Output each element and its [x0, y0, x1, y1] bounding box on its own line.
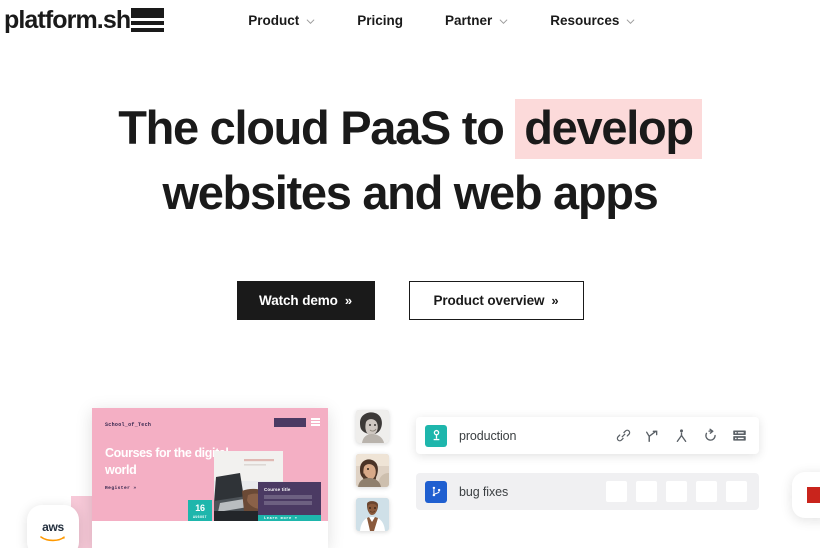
mockup-card-placeholder-line: [264, 495, 312, 499]
partner-logo-mark: [807, 487, 820, 503]
headline-line-2: websites and web apps: [162, 165, 658, 219]
aws-smile-icon: [40, 535, 65, 541]
placeholder-chip: [636, 481, 657, 502]
double-chevron-right-icon: »: [344, 292, 352, 308]
server-icon[interactable]: [732, 428, 747, 443]
nav-item-resources[interactable]: Resources: [550, 13, 635, 28]
product-overview-label: Product overview: [433, 293, 545, 308]
top-navbar: platform.sh Product Pricing Partner Reso…: [0, 0, 820, 40]
environment-pin-icon: [425, 424, 447, 447]
environment-label: production: [459, 428, 517, 443]
environment-action-icons: [616, 428, 747, 443]
mockup-date-month: AUGUST: [193, 514, 207, 519]
product-overview-button[interactable]: Product overview »: [408, 281, 584, 320]
watch-demo-button[interactable]: Watch demo »: [236, 281, 375, 320]
chevron-down-icon: [306, 17, 315, 26]
headline-line-1: The cloud PaaS to develop: [0, 96, 820, 161]
link-icon[interactable]: [616, 428, 631, 443]
nav-item-product[interactable]: Product: [248, 13, 315, 28]
nav-items: Product Pricing Partner Resources: [248, 13, 635, 28]
website-mockup: School_of_Tech Courses for the digital w…: [92, 408, 328, 548]
nav-item-pricing[interactable]: Pricing: [357, 13, 403, 28]
environment-label: bug fixes: [459, 484, 509, 499]
page-title: The cloud PaaS to develop websites and w…: [0, 96, 820, 226]
aws-logo-badge: aws: [27, 505, 79, 548]
sync-icon[interactable]: [703, 428, 718, 443]
placeholder-chip: [726, 481, 747, 502]
chevron-down-icon: [626, 17, 635, 26]
headline-highlight: develop: [515, 99, 702, 159]
nav-item-label: Pricing: [357, 12, 404, 28]
placeholder-chip: [666, 481, 687, 502]
aws-logo-text: aws: [42, 519, 64, 534]
environment-row-bug-fixes[interactable]: bug fixes: [416, 473, 759, 510]
mockup-date-badge: 16 AUGUST: [188, 500, 212, 521]
mockup-card-cta: Learn more »: [258, 515, 321, 521]
chevron-down-icon: [499, 17, 508, 26]
mockup-hero: School_of_Tech Courses for the digital w…: [92, 408, 328, 521]
mockup-title: Courses for the digital world: [105, 446, 229, 477]
stacked-bars-logo-icon: [131, 7, 165, 32]
avatar: [356, 498, 389, 531]
mockup-brand: School_of_Tech: [105, 422, 152, 428]
watch-demo-label: Watch demo: [259, 293, 338, 308]
git-branch-icon: [425, 480, 447, 503]
page-root: platform.sh Product Pricing Partner Reso…: [0, 0, 820, 548]
avatar: [356, 454, 389, 487]
nav-item-partner[interactable]: Partner: [445, 13, 508, 28]
mockup-nav-button: [274, 418, 306, 427]
platform-sh-logo[interactable]: platform.sh: [4, 5, 165, 34]
double-chevron-right-icon: »: [551, 292, 559, 308]
merge-icon[interactable]: [674, 428, 689, 443]
hero-illustration: School_of_Tech Courses for the digital w…: [0, 380, 820, 548]
environment-row-production[interactable]: production: [416, 417, 759, 454]
headline-prefix: The cloud PaaS to: [118, 101, 516, 154]
mockup-register-link: Register »: [105, 486, 137, 491]
mockup-card-title: Course title: [264, 487, 291, 492]
hero-section: The cloud PaaS to develop websites and w…: [0, 96, 820, 226]
nav-item-label: Product: [248, 12, 300, 28]
avatar: [356, 410, 389, 443]
nav-item-label: Resources: [550, 12, 620, 28]
hamburger-menu-icon: [311, 418, 320, 426]
partner-logo-badge: [792, 472, 820, 518]
branch-icon[interactable]: [645, 428, 660, 443]
mockup-course-card: Course title Learn more »: [258, 482, 321, 521]
avatar-stack: [356, 410, 389, 542]
mockup-body: [92, 521, 328, 548]
placeholder-chip: [696, 481, 717, 502]
environment-placeholder-chips: [606, 481, 747, 502]
placeholder-chip: [606, 481, 627, 502]
mockup-date-number: 16: [195, 502, 205, 513]
mockup-card-placeholder-line: [264, 501, 312, 505]
nav-item-label: Partner: [445, 12, 493, 28]
cta-row: Watch demo » Product overview »: [0, 281, 820, 320]
logo-text: platform.sh: [4, 5, 131, 34]
